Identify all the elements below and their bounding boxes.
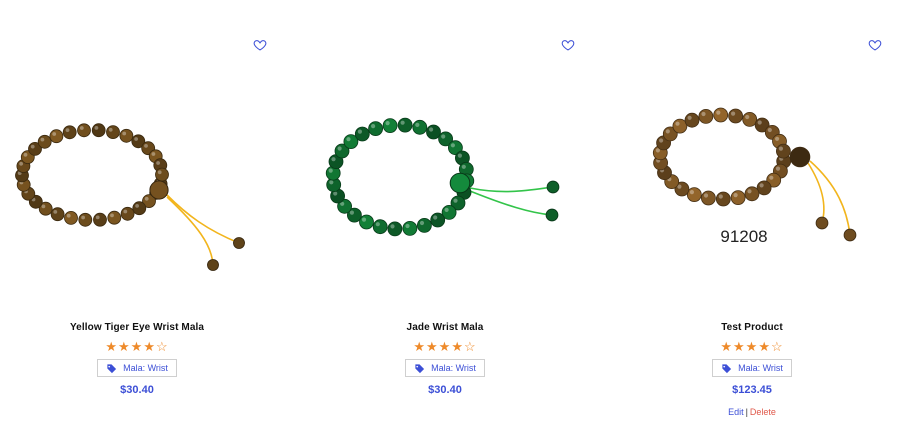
product-price: $123.45 — [732, 384, 772, 396]
action-separator: | — [745, 407, 748, 417]
rating-stars: ★★★★☆ — [105, 339, 169, 354]
product-price: $30.40 — [428, 384, 462, 396]
bracelet-illustration — [325, 117, 560, 237]
rating-stars: ★★★★☆ — [720, 339, 784, 354]
category-label: Mala: Wrist — [431, 363, 476, 373]
image-caption: 91208 — [720, 227, 767, 246]
edit-link[interactable]: Edit — [728, 407, 744, 417]
heart-outline-icon[interactable] — [868, 38, 882, 52]
tag-icon — [414, 363, 425, 374]
product-price: $30.40 — [120, 384, 154, 396]
product-title[interactable]: Jade Wrist Mala — [305, 322, 585, 333]
product-title[interactable]: Test Product — [612, 322, 892, 333]
category-tag[interactable]: Mala: Wrist — [405, 359, 485, 377]
bracelet-illustration — [15, 123, 245, 271]
bracelet-illustration — [652, 107, 857, 242]
category-tag[interactable]: Mala: Wrist — [97, 359, 177, 377]
product-image[interactable] — [7, 95, 267, 285]
product-card[interactable]: 91208 Test Product ★★★★☆ Mala: Wrist $12… — [612, 0, 892, 444]
product-grid: Yellow Tiger Eye Wrist Mala ★★★★☆ Mala: … — [0, 0, 900, 444]
category-label: Mala: Wrist — [738, 363, 783, 373]
category-label: Mala: Wrist — [123, 363, 168, 373]
tag-icon — [106, 363, 117, 374]
heart-outline-icon[interactable] — [253, 38, 267, 52]
product-card[interactable]: Yellow Tiger Eye Wrist Mala ★★★★☆ Mala: … — [0, 0, 277, 444]
tag-icon — [721, 363, 732, 374]
product-card[interactable]: Jade Wrist Mala ★★★★☆ Mala: Wrist $30.40 — [305, 0, 585, 444]
heart-outline-icon[interactable] — [561, 38, 575, 52]
rating-stars: ★★★★☆ — [413, 339, 477, 354]
category-tag[interactable]: Mala: Wrist — [712, 359, 792, 377]
product-title[interactable]: Yellow Tiger Eye Wrist Mala — [0, 322, 277, 333]
product-image[interactable]: 91208 — [622, 95, 882, 285]
product-image[interactable] — [315, 95, 575, 285]
delete-link[interactable]: Delete — [750, 407, 776, 417]
admin-actions: Edit | Delete — [612, 407, 892, 417]
